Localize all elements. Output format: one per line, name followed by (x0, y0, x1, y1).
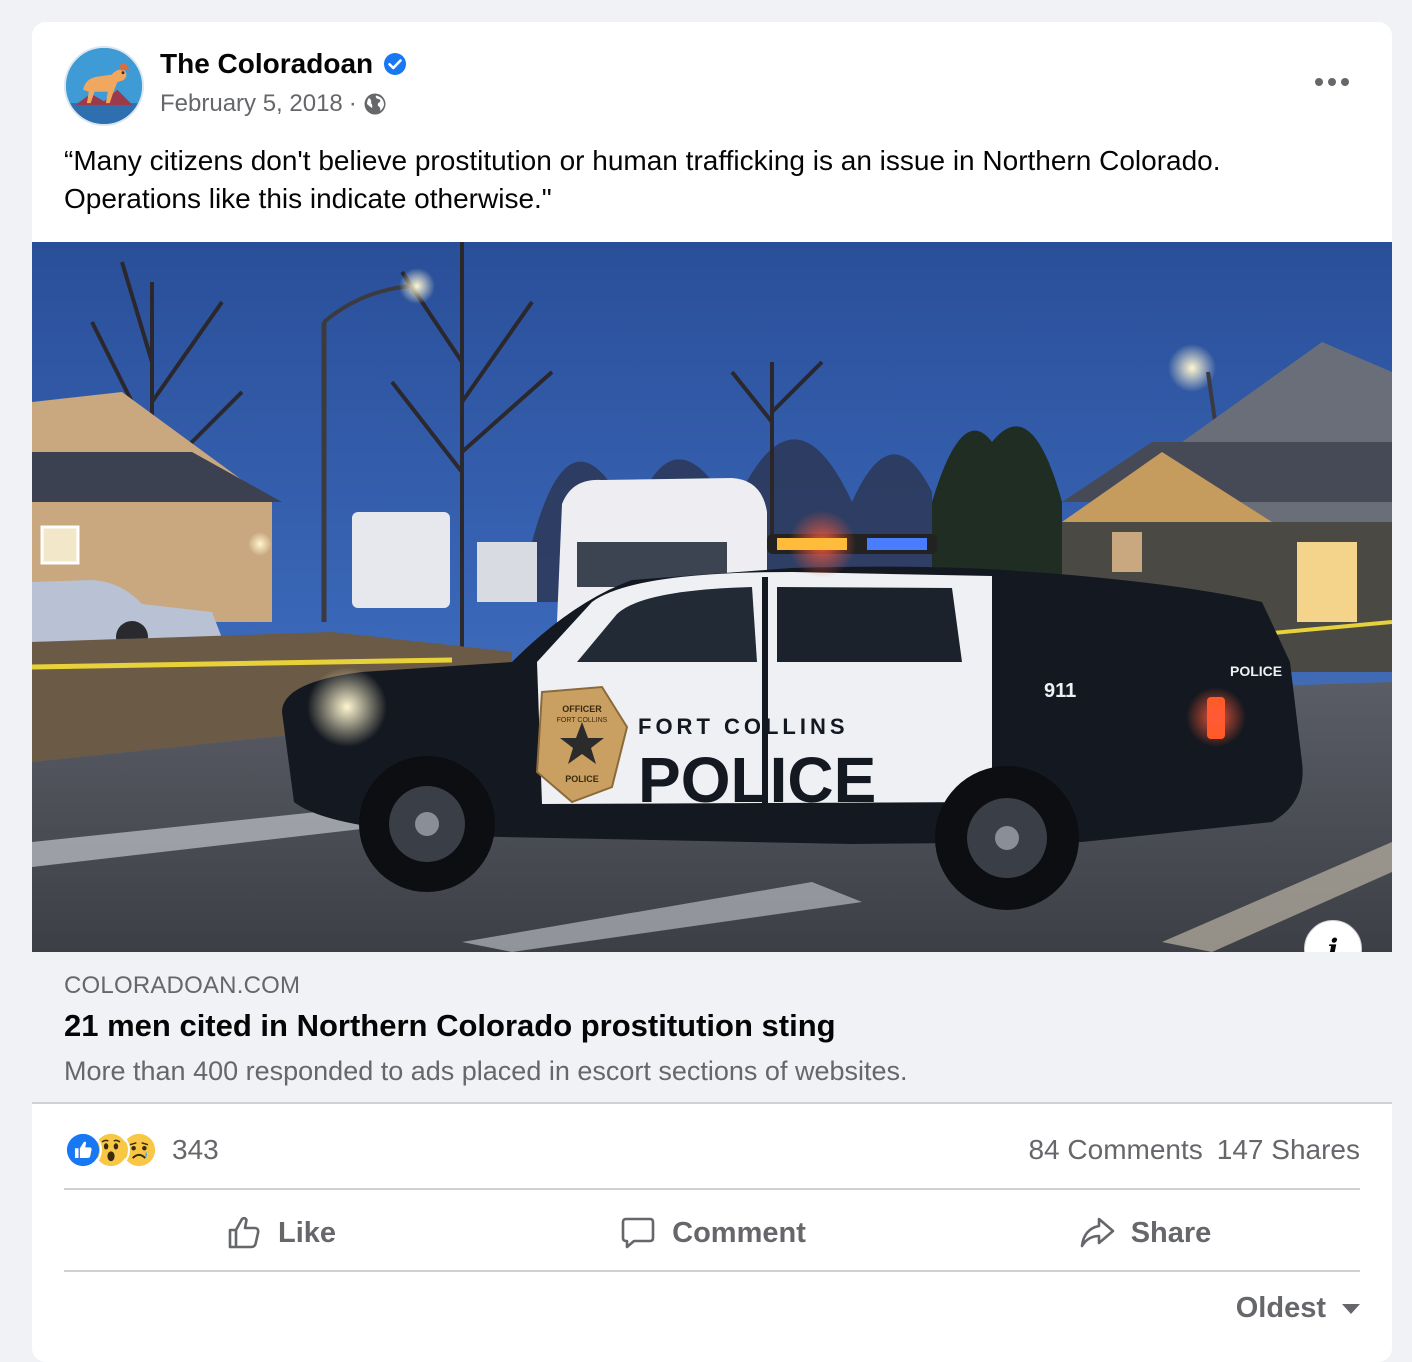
divider (64, 1270, 1360, 1272)
comment-icon (621, 1217, 655, 1249)
meta-separator: · (348, 90, 357, 117)
share-button[interactable]: Share (928, 1196, 1360, 1270)
comments-count[interactable]: 84 Comments (1028, 1134, 1202, 1166)
link-preview-image[interactable]: OFFICER FORT COLLINS POLICE FORT COLLINS… (32, 242, 1392, 952)
page-name[interactable]: The Coloradoan (160, 48, 373, 80)
link-domain: COLORADOAN.COM (64, 972, 301, 999)
like-label: Like (277, 1216, 337, 1249)
badge-mid-text: FORT COLLINS (557, 717, 608, 724)
thumbs-up-icon (228, 1216, 260, 1249)
door-big-text: POLICE (638, 744, 876, 816)
link-description: More than 400 responded to ads placed in… (64, 1056, 908, 1086)
comment-button[interactable]: Comment (496, 1196, 928, 1270)
rear-text: POLICE (1230, 663, 1282, 679)
reactions-summary[interactable]: 343 (64, 1131, 219, 1169)
shares-count[interactable]: 147 Shares (1217, 1134, 1360, 1166)
divider (64, 1188, 1360, 1190)
reaction-count: 343 (172, 1134, 219, 1165)
globe-icon[interactable] (363, 92, 387, 116)
post-stats: 343 84 Comments 147 Shares (64, 1122, 1360, 1178)
post-date[interactable]: February 5, 2018 (160, 90, 343, 118)
link-preview-card[interactable]: COLORADOAN.COM 21 men cited in Northern … (32, 952, 1392, 1104)
page-name-row: The Coloradoan (160, 48, 407, 80)
link-title[interactable]: 21 men cited in Northern Colorado prosti… (64, 1008, 836, 1044)
badge-bottom-text: POLICE (565, 774, 599, 784)
comment-label: Comment (672, 1216, 806, 1249)
post-text-line: Operations like this indicate otherwise.… (64, 183, 552, 214)
unit-number: 911 (1044, 680, 1076, 702)
post-text: “Many citizens don't believe prostitutio… (64, 142, 1364, 218)
sort-label: Oldest (1235, 1292, 1326, 1324)
page-avatar[interactable] (64, 46, 144, 126)
more-options-button[interactable] (1304, 62, 1360, 102)
share-label: Share (1130, 1216, 1212, 1249)
verified-badge-icon (384, 53, 407, 75)
post-meta: February 5, 2018 · (160, 90, 387, 118)
comment-sort-dropdown[interactable]: Oldest (1236, 1292, 1360, 1325)
share-arrow-icon (1080, 1217, 1114, 1248)
post-text-line: “Many citizens don't believe prostitutio… (64, 145, 1221, 176)
police-car-photo: OFFICER FORT COLLINS POLICE FORT COLLINS… (32, 242, 1392, 952)
badge-top-text: OFFICER (562, 704, 602, 714)
door-text: FORT COLLINS (638, 714, 849, 739)
like-button[interactable]: Like (64, 1196, 496, 1270)
post-header: The Coloradoan February 5, 2018 · (32, 22, 1392, 142)
more-options-icon (1315, 78, 1323, 86)
ram-logo-icon (66, 48, 142, 124)
action-bar: Like Comment Share (64, 1196, 1360, 1270)
caret-down-icon (1342, 1303, 1360, 1314)
like-reaction-icon (64, 1131, 102, 1169)
engagement-counts: 84 Comments 147 Shares (1028, 1134, 1360, 1166)
post-card: The Coloradoan February 5, 2018 · “Many … (32, 22, 1392, 1362)
